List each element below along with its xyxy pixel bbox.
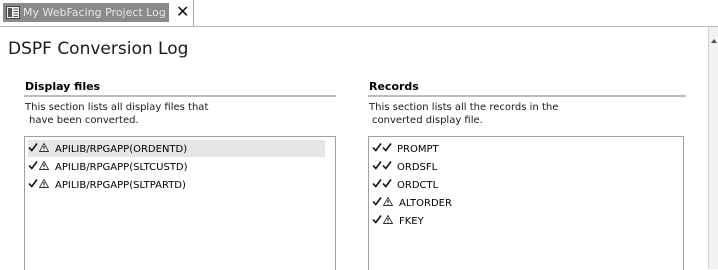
editor-tab-label: My WebFacing Project Log xyxy=(23,6,166,19)
check-icon xyxy=(372,194,382,211)
display-files-description-line1: This section lists all display files tha… xyxy=(25,102,209,113)
display-files-heading: Display files xyxy=(25,80,101,93)
check-icon xyxy=(28,176,38,193)
list-item-label: APILIB/RPGAPP(SLTPARTD) xyxy=(55,180,186,191)
list-item-label: PROMPT xyxy=(397,144,439,155)
editor-tab[interactable]: My WebFacing Project Log ✕ xyxy=(0,0,194,26)
check-icon xyxy=(372,176,382,193)
editor-tab-bar: My WebFacing Project Log ✕ xyxy=(0,0,718,27)
check-icon xyxy=(372,212,382,229)
list-item[interactable]: ORDCTL xyxy=(372,176,572,193)
close-tab-icon[interactable]: ✕ xyxy=(176,3,191,21)
display-files-rule xyxy=(24,95,336,97)
check-icon xyxy=(28,140,38,157)
records-description-line1: This section lists all the records in th… xyxy=(369,102,559,113)
records-list[interactable]: PROMPT ORDSFL ORDCTL ALTORDER FKEY xyxy=(368,136,684,270)
warning-icon xyxy=(38,141,50,158)
list-item[interactable]: ORDSFL xyxy=(372,158,572,175)
check-icon xyxy=(382,158,392,175)
warning-icon xyxy=(382,213,394,230)
display-files-description-line2: have been converted. xyxy=(29,115,139,126)
warning-icon xyxy=(382,195,394,212)
display-files-list[interactable]: APILIB/RPGAPP(ORDENTD) APILIB/RPGAPP(SLTC… xyxy=(24,136,336,270)
check-icon xyxy=(372,158,382,175)
vertical-scrollbar[interactable] xyxy=(708,27,718,269)
log-document-icon xyxy=(6,6,20,19)
list-item-label: APILIB/RPGAPP(ORDENTD) xyxy=(55,144,188,155)
warning-icon xyxy=(38,159,50,176)
page-title: DSPF Conversion Log xyxy=(8,39,189,59)
list-item[interactable]: FKEY xyxy=(372,212,572,229)
list-item[interactable]: ALTORDER xyxy=(372,194,572,211)
list-item-label: ORDSFL xyxy=(397,162,438,173)
records-heading: Records xyxy=(369,80,419,93)
records-rule xyxy=(368,95,686,97)
check-icon xyxy=(382,140,392,157)
check-icon xyxy=(372,140,382,157)
check-icon xyxy=(382,176,392,193)
list-item-label: APILIB/RPGAPP(SLTCUSTD) xyxy=(55,162,188,173)
list-item-label: ORDCTL xyxy=(397,180,439,191)
list-item[interactable]: APILIB/RPGAPP(SLTCUSTD) xyxy=(28,158,325,175)
list-item[interactable]: PROMPT xyxy=(372,140,572,157)
list-item[interactable]: APILIB/RPGAPP(SLTPARTD) xyxy=(28,176,325,193)
list-item[interactable]: APILIB/RPGAPP(ORDENTD) xyxy=(28,140,325,157)
scroll-up-arrow-icon[interactable] xyxy=(711,39,717,43)
check-icon xyxy=(28,158,38,175)
list-item-label: FKEY xyxy=(399,216,424,227)
warning-icon xyxy=(38,177,50,194)
editor-tab-highlight: My WebFacing Project Log xyxy=(3,3,169,22)
list-item-label: ALTORDER xyxy=(399,198,452,209)
records-description-line2: converted display file. xyxy=(372,115,483,126)
